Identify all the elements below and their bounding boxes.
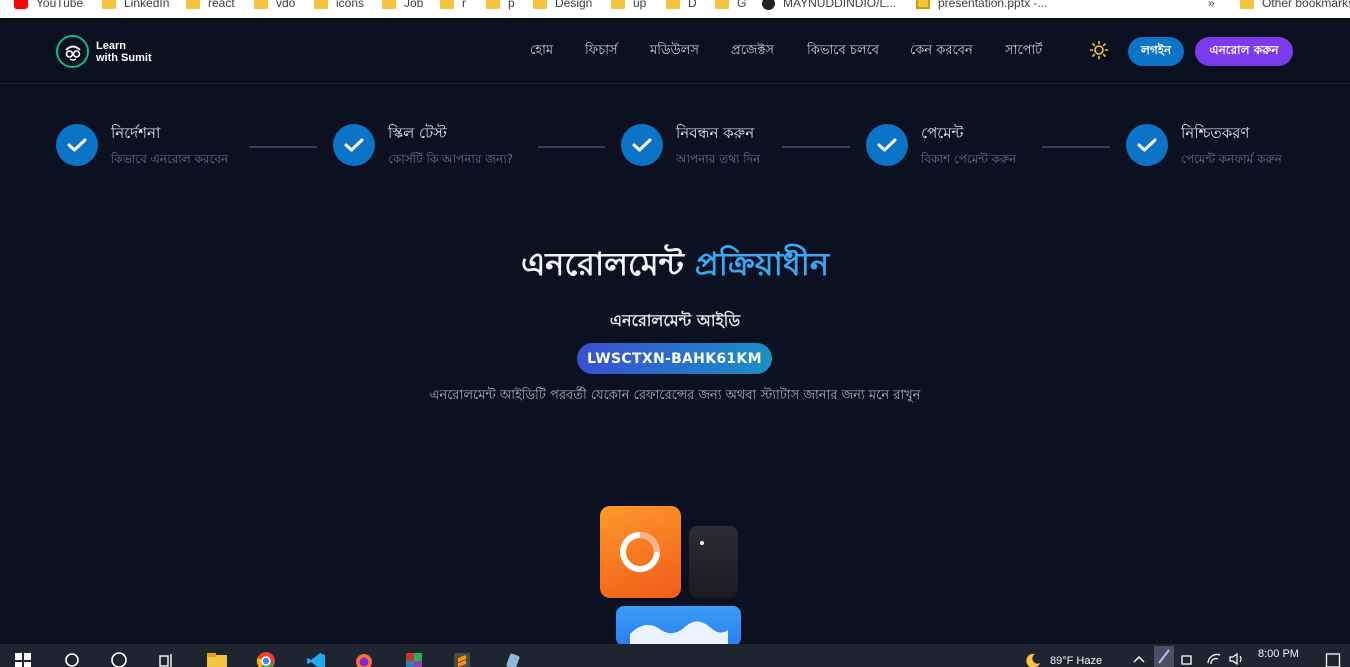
slides-icon [916,0,930,9]
task-view-icon[interactable] [158,651,178,667]
enroll-button[interactable]: এনরোল করুন [1195,37,1293,66]
nav-link-features[interactable]: ফিচার্স [585,41,618,62]
device-icon [689,526,738,598]
folder-icon [1240,0,1254,9]
folder-icon [533,0,547,9]
weather-text[interactable]: 89°F Haze [1050,655,1102,667]
nav-link-why[interactable]: কেন করবেন [910,41,973,62]
folder-icon [611,0,625,9]
taskbar: 89°F Haze 8:00 PM [0,644,1350,667]
enrollment-id-badge: LWSCTXN-BAHK61KM [577,343,772,374]
logo-icon [56,35,89,68]
nav-link-how-it-works[interactable]: কিভাবে চলবে [807,41,879,62]
step-subtitle: কিভাবে এনরোল করবেন [111,152,229,166]
nav-link-modules[interactable]: মডিউলস [650,41,699,62]
folder-icon [440,0,454,9]
step-title: পেমেন্ট [921,124,964,142]
bookmark-design[interactable]: Design [533,0,592,11]
check-icon [621,124,663,166]
chevron-up-icon[interactable] [1132,651,1146,667]
bookmarks-bar: YouTube LinkedIn react vdo icons Job r p… [0,0,1350,18]
step-payment: পেমেন্ট বিকাশ পেমেন্ট করুন [866,124,1016,171]
network-icon[interactable] [1180,651,1196,667]
notification-icon[interactable] [1325,651,1341,667]
folder-icon [254,0,268,9]
bookmarks-overflow-button[interactable]: » [1208,0,1215,11]
folder-icon [666,0,680,9]
enrollment-id-label: এনরোলমেন্ট আইডি [609,311,741,330]
step-subtitle: পেমেন্ট কনফার্ম করুন [1181,152,1282,166]
theme-toggle-button[interactable] [1089,40,1109,60]
step-instructions: নির্দেশনা কিভাবে এনরোল করবেন [56,124,228,171]
github-icon [762,0,775,10]
bookmark-p[interactable]: p [486,0,515,11]
step-connector [782,146,850,148]
folder-icon [102,0,116,9]
step-skill-test: স্কিল টেস্ট কোর্সটি কি আপনার জন্য? [333,124,513,171]
bookmark-youtube[interactable]: YouTube [14,0,83,11]
step-title: নিশ্চিতকরণ [1181,124,1250,142]
navbar: Learn with Sumit হোম ফিচার্স মডিউলস প্রজ… [0,18,1350,84]
bookmark-presentation[interactable]: presentation.pptx -... [916,0,1047,11]
firefox-icon[interactable] [354,651,374,667]
step-registration: নিবন্ধন করুন আপনার তথ্য দিন [621,124,760,171]
page-title: এনরোলমেন্ট প্রক্রিয়াধীন [520,245,830,283]
vscode-icon[interactable] [306,651,326,667]
check-icon [866,124,908,166]
bookmark-vdo[interactable]: vdo [254,0,295,11]
sun-icon [1089,40,1109,60]
bookmark-r[interactable]: r [440,0,466,11]
bookmark-other[interactable]: Other bookmarks [1240,0,1350,11]
bookmark-job[interactable]: Job [382,0,423,11]
windows-start-button[interactable] [14,651,34,667]
step-title: নিবন্ধন করুন [676,124,755,142]
app-icon[interactable] [502,651,522,667]
bookmark-d[interactable]: D [666,0,697,11]
check-icon [1126,124,1168,166]
nav-link-home[interactable]: হোম [530,41,553,62]
wave-card-icon [616,606,741,646]
bookmark-github[interactable]: MAYNUDDINDIO/L... [762,0,896,11]
step-connector [1042,146,1110,148]
step-title: স্কিল টেস্ট [388,124,447,142]
nav-link-projects[interactable]: প্রজেক্টস [731,41,774,62]
bookmark-linkedin[interactable]: LinkedIn [102,0,169,11]
wifi-icon[interactable] [1206,651,1224,667]
pen-icon[interactable] [1154,646,1174,667]
step-confirmation: নিশ্চিতকরণ পেমেন্ট কনফার্ম করুন [1126,124,1282,171]
search-icon[interactable] [64,651,84,667]
winrar-icon[interactable] [404,651,424,667]
chrome-icon[interactable] [256,651,276,667]
step-subtitle: আপনার তথ্য দিন [676,152,761,166]
folder-icon [186,0,200,9]
step-subtitle: কোর্সটি কি আপনার জন্য? [388,152,514,166]
brand-logo[interactable]: Learn with Sumit [56,35,166,68]
file-explorer-icon[interactable] [206,651,227,667]
bookmark-g[interactable]: G [715,0,746,11]
sublime-text-icon[interactable] [452,651,472,667]
youtube-icon [14,0,28,9]
volume-icon[interactable] [1228,651,1246,667]
check-icon [333,124,375,166]
folder-icon [382,0,396,9]
bookmark-icons[interactable]: icons [314,0,364,11]
weather-icon[interactable] [1022,651,1042,667]
folder-icon [486,0,500,9]
bookmark-up[interactable]: up [611,0,646,11]
nav-link-support[interactable]: সাপোর্ট [1005,41,1042,62]
folder-icon [314,0,328,9]
enrollment-id-note: এনরোলমেন্ট আইডিটি পরবর্তী যেকোন রেফারেন্… [429,388,921,403]
folder-icon [715,0,729,9]
check-icon [56,124,98,166]
clock-time[interactable]: 8:00 PM [1258,648,1299,660]
step-connector [249,146,317,148]
brand-name: Learn with Sumit [96,39,152,64]
step-subtitle: বিকাশ পেমেন্ট করুন [921,152,1017,166]
bookmark-react[interactable]: react [186,0,235,11]
step-title: নির্দেশনা [111,124,161,142]
progress-ring-icon [600,506,681,598]
step-connector [538,146,605,148]
cortana-icon[interactable] [110,651,130,667]
login-button[interactable]: লগইন [1128,37,1184,66]
